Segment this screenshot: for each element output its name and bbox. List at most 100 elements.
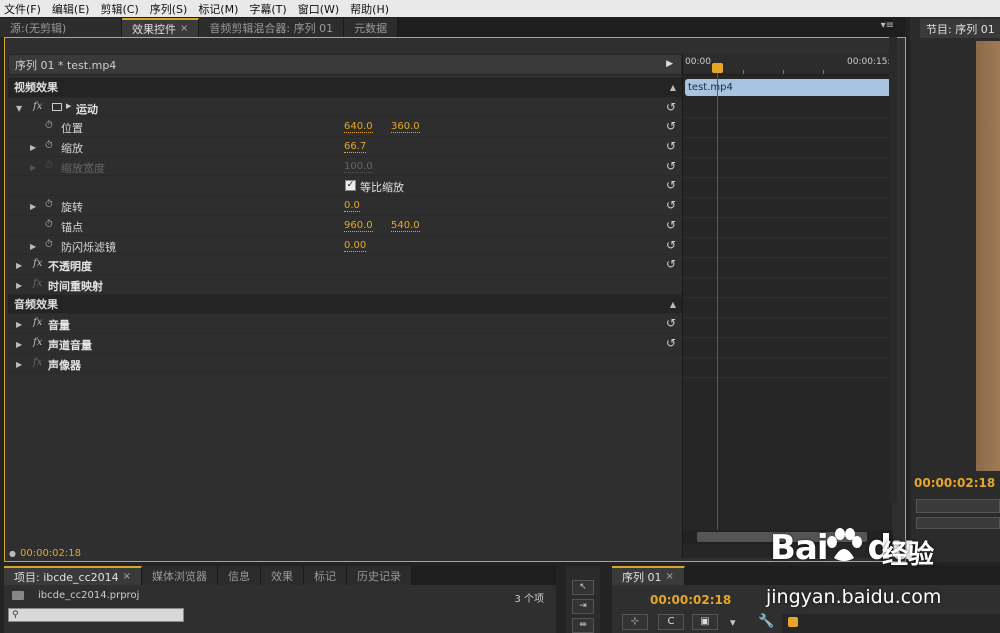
twirl-right-icon[interactable]: ▶ bbox=[16, 360, 22, 369]
menu-edit[interactable]: 编辑(E) bbox=[52, 1, 90, 17]
tab-label: 序列 01 bbox=[622, 570, 662, 584]
tab-audio-clip-mixer[interactable]: 音频剪辑混合器: 序列 01 bbox=[199, 18, 345, 37]
tab-history[interactable]: 历史记录 bbox=[347, 566, 413, 585]
scale-value[interactable]: 66.7 bbox=[344, 141, 367, 154]
anti-flicker-value[interactable]: 0.00 bbox=[344, 240, 367, 252]
motion-label: 运动 bbox=[76, 102, 98, 116]
project-item-count: 3 个项 bbox=[514, 594, 544, 605]
menu-file[interactable]: 文件(F) bbox=[4, 1, 41, 17]
effect-volume[interactable]: ▶ fx 音量 ↺ bbox=[8, 314, 682, 334]
stopwatch-icon[interactable]: ⏱ bbox=[45, 120, 53, 131]
selection-tool-button[interactable]: ↖ bbox=[572, 580, 594, 595]
project-file-row[interactable]: ibcde_cc2014.prproj bbox=[12, 590, 139, 601]
effect-motion[interactable]: ▼ fx ▶ 运动 ↺ bbox=[8, 97, 682, 118]
reset-icon[interactable]: ↺ bbox=[666, 238, 676, 252]
reset-icon[interactable]: ↺ bbox=[666, 178, 676, 192]
ripple-edit-tool-button[interactable]: ⇹ bbox=[572, 618, 594, 633]
effect-time-remapping[interactable]: ▶ fx 时间重映射 bbox=[8, 274, 682, 295]
effect-channel-volume[interactable]: ▶ fx 声道音量 ↺ bbox=[8, 333, 682, 354]
menu-clip[interactable]: 剪辑(C) bbox=[100, 1, 138, 17]
uniform-scale-checkbox[interactable]: ✓ bbox=[345, 180, 356, 192]
timeline-clip[interactable]: test.mp4 bbox=[685, 79, 891, 96]
tab-sequence[interactable]: 序列 01 × bbox=[612, 566, 685, 585]
add-marker-button[interactable]: ▣ bbox=[692, 614, 718, 630]
rotation-value[interactable]: 0.0 bbox=[344, 200, 360, 213]
reset-icon[interactable]: ↺ bbox=[666, 100, 676, 114]
twirl-right-icon[interactable]: ▶ bbox=[16, 340, 22, 349]
program-timecode[interactable]: 00:00:02:18 bbox=[914, 476, 995, 490]
fx-icon[interactable]: fx bbox=[33, 337, 42, 348]
anchor-y-value[interactable]: 540.0 bbox=[391, 220, 420, 232]
stopwatch-icon[interactable]: ⏱ bbox=[45, 219, 53, 230]
marker-icon[interactable]: ▾ bbox=[730, 616, 736, 629]
fx-icon[interactable]: fx bbox=[33, 317, 42, 328]
linked-selection-button[interactable]: C bbox=[658, 614, 684, 630]
fx-icon: fx bbox=[33, 356, 43, 368]
anchor-x-value[interactable]: 960.0 bbox=[344, 220, 373, 232]
collapse-up-icon[interactable]: ▲ bbox=[670, 300, 676, 309]
grid-line bbox=[683, 137, 893, 138]
reset-icon[interactable]: ↺ bbox=[666, 119, 676, 133]
menu-window[interactable]: 窗口(W) bbox=[298, 1, 339, 17]
collapse-up-icon[interactable]: ▲ bbox=[670, 83, 676, 92]
tab-source[interactable]: 源:(无剪辑) bbox=[0, 18, 122, 37]
vertical-scrollbar[interactable] bbox=[889, 37, 897, 503]
tab-markers[interactable]: 标记 bbox=[304, 566, 348, 585]
effect-panner[interactable]: ▶ fx 声像器 bbox=[8, 353, 682, 374]
project-search-input[interactable]: ⚲ bbox=[8, 608, 184, 622]
twirl-right-icon[interactable]: ▶ bbox=[16, 281, 22, 290]
twirl-right-icon[interactable]: ▶ bbox=[30, 143, 36, 152]
twirl-right-icon[interactable]: ▶ bbox=[30, 242, 36, 251]
tab-project[interactable]: 项目: ibcde_cc2014 × bbox=[4, 566, 143, 585]
panel-menu-icon[interactable]: ▾≡ bbox=[881, 20, 894, 31]
reset-icon[interactable]: ↺ bbox=[666, 198, 676, 212]
motion-arrow-icon: ▶ bbox=[66, 101, 72, 110]
position-x-value[interactable]: 640.0 bbox=[344, 121, 373, 134]
track-select-tool-button[interactable]: ⇥ bbox=[572, 599, 594, 614]
effect-opacity[interactable]: ▶ fx 不透明度 ↺ bbox=[8, 255, 682, 275]
tab-effects[interactable]: 效果 bbox=[261, 566, 305, 585]
position-y-value[interactable]: 360.0 bbox=[391, 121, 420, 134]
tab-media-browser[interactable]: 媒体浏览器 bbox=[142, 566, 219, 585]
tab-metadata[interactable]: 元数据 bbox=[344, 18, 399, 37]
stopwatch-icon[interactable]: ⏱ bbox=[45, 140, 53, 151]
reset-icon[interactable]: ↺ bbox=[666, 159, 676, 173]
fx-icon[interactable]: fx bbox=[33, 101, 42, 112]
reset-icon[interactable]: ↺ bbox=[666, 336, 676, 350]
playhead-line[interactable] bbox=[717, 66, 718, 540]
reset-icon[interactable]: ↺ bbox=[666, 139, 676, 153]
sequence-timecode[interactable]: 00:00:02:18 bbox=[650, 593, 731, 607]
close-icon[interactable]: × bbox=[123, 571, 131, 582]
menu-marker[interactable]: 标记(M) bbox=[198, 1, 238, 17]
stopwatch-icon[interactable]: ⏱ bbox=[45, 239, 53, 250]
twirl-right-icon[interactable]: ▶ bbox=[30, 202, 36, 211]
reset-icon[interactable]: ↺ bbox=[666, 218, 676, 232]
fx-icon[interactable]: fx bbox=[33, 258, 42, 269]
menu-title[interactable]: 字幕(T) bbox=[249, 1, 286, 17]
twirl-down-icon[interactable]: ▼ bbox=[16, 104, 22, 113]
grid-line bbox=[683, 337, 893, 338]
stopwatch-icon[interactable]: ⏱ bbox=[45, 199, 53, 210]
twirl-right-icon[interactable]: ▶ bbox=[16, 320, 22, 329]
close-icon[interactable]: × bbox=[666, 571, 674, 582]
effect-controls-timeline[interactable]: 00:00 00:00:15: test.mp4 bbox=[682, 54, 893, 558]
snap-button[interactable]: ⊹ bbox=[622, 614, 648, 630]
motion-transform-icon[interactable] bbox=[52, 102, 62, 111]
tab-effect-controls[interactable]: 效果控件 × bbox=[122, 18, 200, 37]
playhead-handle[interactable] bbox=[712, 63, 723, 73]
menu-help[interactable]: 帮助(H) bbox=[350, 1, 389, 17]
tools-panel: ↖ ⇥ ⇹ bbox=[566, 566, 600, 633]
reset-icon[interactable]: ↺ bbox=[666, 257, 676, 271]
play-triangle-icon[interactable]: ▶ bbox=[666, 59, 673, 69]
tab-info[interactable]: 信息 bbox=[218, 566, 262, 585]
grid-line bbox=[683, 237, 893, 238]
close-icon[interactable]: × bbox=[180, 23, 188, 34]
program-time-ruler[interactable] bbox=[916, 499, 1000, 513]
reset-icon[interactable]: ↺ bbox=[666, 316, 676, 330]
grid-line bbox=[683, 277, 893, 278]
twirl-right-icon[interactable]: ▶ bbox=[16, 261, 22, 270]
status-timecode[interactable]: 00:00:02:18 bbox=[20, 548, 81, 559]
tab-program[interactable]: 节目: 序列 01 bbox=[920, 19, 1000, 38]
effect-controls-status: ● 00:00:02:18 bbox=[5, 545, 682, 561]
menu-sequence[interactable]: 序列(S) bbox=[150, 1, 188, 17]
